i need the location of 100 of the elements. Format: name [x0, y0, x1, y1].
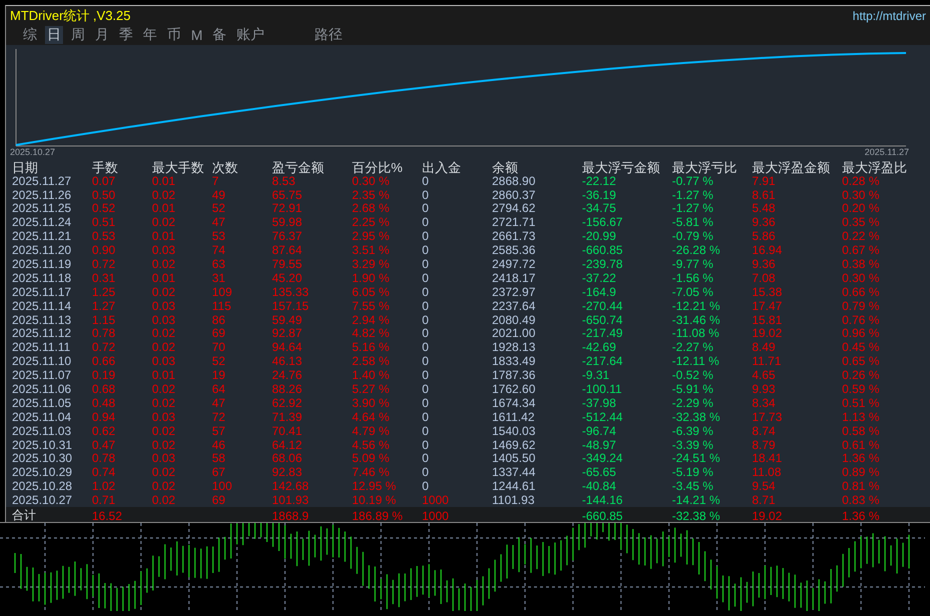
table-cell-text: 0.66 % — [842, 284, 880, 299]
table-cell-text: 0.31 — [92, 270, 116, 285]
table-cell-text: 49 — [212, 188, 226, 202]
table-cell-text: 2025.11.21 — [12, 229, 72, 244]
total-label: 合计 — [12, 507, 37, 522]
column-header: 次数 — [212, 158, 239, 176]
period-tab[interactable]: 月 — [93, 26, 111, 44]
website-link[interactable]: http://mtdriver — [852, 8, 926, 23]
table-cell-text: 0 — [422, 284, 430, 299]
column-header: 盈亏金额 — [272, 158, 325, 176]
period-tab[interactable]: 日 — [45, 26, 63, 44]
table-cell-text: 0.02 — [152, 424, 176, 438]
table-cell-text: 0.30 % — [842, 270, 880, 285]
table-cell-text: 0.02 — [152, 284, 176, 299]
table-cell-text: 8.71 — [752, 493, 776, 508]
table-cell-text: 0.65 % — [842, 354, 880, 368]
table-cell-text: -96.74 — [582, 424, 618, 438]
table-cell-text: 88.26 — [272, 382, 304, 396]
table-cell-text: 0.03 — [152, 410, 176, 424]
period-tab[interactable]: 周 — [69, 26, 87, 44]
table-cell-text: -7.05 % — [672, 284, 714, 299]
table-cell-text: 2025.11.18 — [12, 270, 72, 285]
table-cell-text: 0.90 — [92, 243, 116, 258]
table-cell-text: 1405.50 — [492, 451, 536, 466]
table-cell-text: 2418.17 — [492, 270, 536, 285]
table-cell-text: 3.29 % — [352, 256, 390, 271]
table-cell-text: 0.59 % — [842, 382, 880, 396]
table-cell-text: 1928.13 — [492, 340, 536, 354]
table-cell-text: 4.79 % — [352, 424, 390, 438]
table-cell-text: 10.19 % — [352, 493, 398, 508]
table-cell-text: 0 — [422, 174, 430, 188]
column-header: 最大浮盈比 — [842, 158, 908, 176]
table-cell-text: 86 — [212, 312, 226, 327]
table-cell-text: 0.76 % — [842, 312, 880, 327]
table-cell-text: 8.74 — [752, 424, 776, 438]
table-cell-text: 4.65 — [752, 368, 776, 382]
table-cell-text: 0.38 % — [842, 256, 880, 271]
table-cell-text: 0.28 % — [842, 174, 880, 188]
table-cell-text: 1337.44 — [492, 465, 536, 480]
table-cell-text: 2021.00 — [492, 326, 536, 340]
table-cell-text: 0.01 — [152, 174, 176, 188]
table-cell-text: 157.15 — [272, 298, 310, 313]
table-cell-text: 1540.03 — [492, 424, 536, 438]
table-cell-text: -660.85 — [582, 508, 624, 522]
table-cell-text: 1868.9 — [272, 508, 310, 522]
period-tab[interactable]: 综 — [21, 26, 39, 44]
table-cell-text: 0.72 — [92, 256, 116, 271]
table-cell-text: 12.95 % — [352, 479, 398, 494]
axis-label: 2025.10.27 — [9, 146, 56, 157]
table-cell-text: 0.61 % — [842, 438, 880, 452]
table-cell-text: 2.94 % — [352, 312, 390, 327]
period-tab[interactable]: 季 — [117, 26, 135, 44]
table-cell-text: 0 — [422, 465, 430, 480]
table-cell-text: 1000 — [422, 508, 450, 522]
table-cell-text: 0.62 — [92, 424, 116, 438]
table-cell-text: -164.9 — [582, 284, 618, 299]
table-cell-text: 2025.11.04 — [12, 410, 72, 424]
period-tab[interactable]: 路径 — [312, 26, 345, 44]
table-cell-text: 8.34 — [752, 396, 776, 410]
period-tab[interactable]: 备 — [210, 26, 229, 44]
table-cell-text: -100.11 — [582, 382, 623, 396]
table-cell-text: 0.01 — [152, 368, 176, 382]
table-cell-text: 2.95 % — [352, 229, 390, 244]
table-cell-text: 1.36 % — [842, 508, 880, 522]
table-cell-text: 3.51 % — [352, 243, 390, 258]
table-cell-text: 0.02 — [152, 479, 176, 494]
table-cell-text: -12.21 % — [672, 298, 722, 313]
period-tab[interactable]: M — [189, 27, 205, 44]
column-header: 最大浮亏金额 — [582, 158, 661, 176]
table-cell-text: 0.35 % — [842, 215, 880, 230]
table-cell-text: 58 — [212, 451, 226, 466]
table-cell-text: 6.05 % — [352, 284, 390, 299]
table-cell-text: 0 — [422, 479, 430, 494]
table-cell-text: 0.74 — [92, 465, 116, 480]
period-tab[interactable]: 账户 — [234, 26, 267, 44]
table-cell-text: 1833.49 — [492, 354, 536, 368]
table-cell-text: 0 — [422, 229, 430, 244]
table-cell-text: 79.55 — [272, 256, 304, 271]
table-cell-text: 16.94 — [752, 243, 784, 258]
table-cell-text: -6.39 % — [672, 424, 714, 438]
table-cell-text: 0.19 — [92, 368, 116, 382]
table-cell-text: -42.69 — [582, 340, 618, 354]
period-tab[interactable]: 币 — [165, 26, 183, 44]
table-cell-text: 2025.10.31 — [12, 438, 74, 452]
table-cell-text: -14.21 % — [672, 493, 722, 508]
table-cell-text: 5.27 % — [352, 382, 390, 396]
table-cell-text: -65.65 — [582, 465, 618, 480]
table-cell-text: 92.87 — [272, 326, 304, 340]
table-cell-text: 2025.11.14 — [12, 298, 72, 313]
table-cell-text: 94.64 — [272, 340, 304, 354]
table-cell-text: 0 — [422, 298, 430, 313]
period-tab[interactable]: 年 — [141, 26, 159, 44]
table-cell-text: 63 — [212, 256, 226, 271]
table-cell-text: 0.96 % — [842, 326, 880, 340]
table-cell-text: 2237.64 — [492, 298, 536, 313]
table-cell-text: 71.39 — [272, 410, 304, 424]
table-cell-text: 70 — [212, 340, 226, 354]
table-cell-text: 0 — [422, 201, 430, 216]
table-cell-text: 4.64 % — [352, 410, 390, 424]
table-cell-text: 0.03 — [152, 298, 176, 313]
